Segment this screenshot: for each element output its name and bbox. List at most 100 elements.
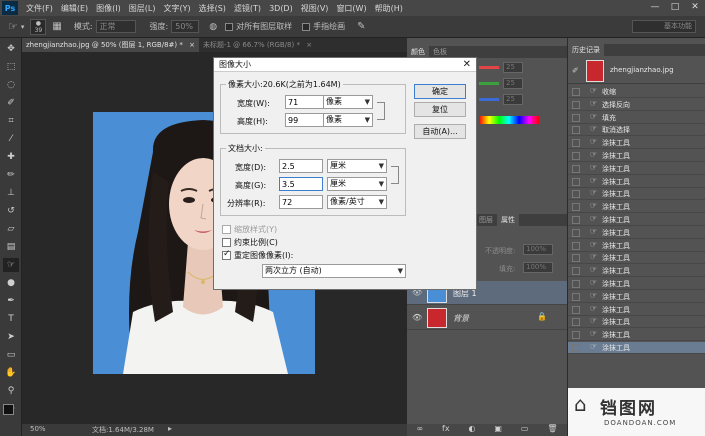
history-item[interactable]: ☞ 涂抹工具 [568,265,705,278]
history-item[interactable]: ☞ 涂抹工具 [568,316,705,329]
smudge-tool-icon[interactable]: ☞ [8,20,18,33]
hand-tool-icon[interactable]: ✋ [3,366,19,380]
layer-mask-icon[interactable]: ▣ [494,424,502,436]
history-item[interactable]: ☞ 涂抹工具 [568,163,705,175]
ok-button[interactable]: 确定 [414,84,466,99]
doc-width-input[interactable] [279,159,323,173]
fill-input[interactable]: 100% [523,262,553,273]
history-item[interactable]: ☞ 涂抹工具 [568,137,705,150]
menu-image[interactable]: 图像(I) [96,3,121,14]
document-info[interactable]: 文档:1.64M/3.28M [92,425,154,435]
close-window-button[interactable]: ✕ [688,2,702,13]
healing-tool-icon[interactable]: ✚ [3,150,19,164]
history-item[interactable]: ☞ 涂抹工具 [568,329,705,342]
visibility-eye-icon[interactable]: 👁 [412,313,422,322]
brush-tool-icon[interactable]: ✏ [3,168,19,182]
tool-preset-chevron-icon[interactable]: ▾ [21,23,25,31]
pixel-width-unit-select[interactable]: 像素 ▼ [323,95,373,109]
menu-select[interactable]: 选择(S) [199,3,226,14]
history-snapshot-checkbox[interactable] [572,254,580,263]
pen-tool-icon[interactable]: ✒ [3,294,19,308]
history-snapshot-checkbox[interactable] [572,267,580,276]
finger-painting-checkbox[interactable] [302,22,311,31]
doc-width-unit-select[interactable]: 厘米 ▼ [327,159,387,173]
history-item[interactable]: ☞ 涂抹工具 [568,214,705,226]
menu-help[interactable]: 帮助(H) [375,3,403,14]
foreground-color-swatch[interactable] [3,404,14,415]
menu-edit[interactable]: 编辑(E) [61,3,88,14]
history-item[interactable]: ☞ 涂抹工具 [568,278,705,290]
history-snapshot-checkbox[interactable] [572,164,580,173]
sample-all-layers-checkbox[interactable] [225,22,234,31]
history-snapshot-checkbox[interactable] [572,331,580,340]
history-snapshot-checkbox[interactable] [572,305,580,314]
history-item[interactable]: ☞ 填充 [568,112,705,124]
history-snapshot-checkbox[interactable] [572,88,580,96]
pixel-height-unit-select[interactable]: 像素 ▼ [323,113,373,127]
resolution-input[interactable] [279,195,323,209]
crop-tool-icon[interactable]: ⌗ [3,114,19,128]
clone-stamp-tool-icon[interactable]: ⊥ [3,186,19,200]
strength-input[interactable]: 50% [171,20,200,33]
delete-layer-icon[interactable]: 🗑 [547,424,557,436]
history-brush-tool-icon[interactable]: ↺ [3,204,19,218]
new-layer-icon[interactable]: ▭ [521,424,529,436]
reset-button[interactable]: 复位 [414,102,466,117]
color-ramp[interactable] [479,116,539,124]
history-snapshot-checkbox[interactable] [572,216,580,224]
lasso-tool-icon[interactable]: ◌ [3,78,19,92]
constrain-proportions-checkbox[interactable] [222,238,231,247]
history-item[interactable]: ☞ 涂抹工具 [568,176,705,188]
marquee-tool-icon[interactable]: ⬚ [3,60,19,74]
tab-layers[interactable]: 图层 [475,214,497,226]
restore-button[interactable]: □ [668,2,682,13]
blue-value[interactable]: 25 [503,94,523,105]
eraser-tool-icon[interactable]: ▱ [3,222,19,236]
menu-type[interactable]: 文字(Y) [163,3,190,14]
history-item[interactable]: ☞ 涂抹工具 [568,252,705,265]
layer-name[interactable]: 背景 [453,313,469,324]
brush-preset-picker[interactable]: ● 39 [30,18,47,35]
history-snapshot-checkbox[interactable] [572,126,580,135]
history-item[interactable]: ☞ 涂抹工具 [568,304,705,316]
opacity-input[interactable]: 100% [523,244,553,255]
tab-untitled-1[interactable]: 未标题-1 @ 66.7% (RGB/8) * × [199,38,316,52]
doc-height-input[interactable] [279,177,323,191]
path-select-tool-icon[interactable]: ➤ [3,330,19,344]
history-snapshot-checkbox[interactable] [572,241,580,250]
history-snapshot-checkbox[interactable] [572,113,580,122]
dialog-titlebar[interactable]: 图像大小 ✕ [214,58,476,72]
history-snapshot-checkbox[interactable] [572,344,580,352]
history-snapshot-checkbox[interactable] [572,177,580,186]
zoom-level[interactable]: 50% [30,425,46,433]
menu-window[interactable]: 窗口(W) [336,3,366,14]
pen-pressure-icon[interactable]: ✎ [357,21,365,32]
history-item[interactable]: ☞ 收缩 [568,86,705,98]
history-item[interactable]: ☞ 涂抹工具 [568,342,705,354]
red-value[interactable]: 25 [503,62,523,73]
history-snapshot[interactable]: ✐ zhengjianzhao.jpg [568,58,705,84]
layer-row[interactable]: 👁 背景 🔒 [407,306,567,330]
history-snapshot-checkbox[interactable] [572,203,580,212]
red-slider[interactable] [479,66,499,69]
history-item[interactable]: ☞ 涂抹工具 [568,240,705,252]
history-item[interactable]: ☞ 选择反向 [568,99,705,111]
history-snapshot-checkbox[interactable] [572,100,580,109]
zoom-tool-icon[interactable]: ⚲ [3,384,19,398]
quick-select-tool-icon[interactable]: ✐ [3,96,19,110]
link-layers-icon[interactable]: ∞ [416,424,423,436]
tab-close-icon[interactable]: × [189,41,195,49]
dodge-tool-icon[interactable]: ● [3,276,19,290]
gradient-tool-icon[interactable]: ▤ [3,240,19,254]
layer-style-icon[interactable]: fx [442,424,450,436]
mode-select[interactable]: 正常 [95,20,136,33]
blue-slider[interactable] [479,98,499,101]
history-snapshot-checkbox[interactable] [572,292,580,301]
tab-properties[interactable]: 属性 [497,214,519,226]
resample-method-select[interactable]: 两次立方 (自动) ▼ [262,264,406,278]
history-snapshot-checkbox[interactable] [572,318,580,327]
menu-filter[interactable]: 滤镜(T) [234,3,261,14]
dialog-close-icon[interactable]: ✕ [463,58,471,72]
resolution-unit-select[interactable]: 像素/英寸 ▼ [327,195,387,209]
history-brush-icon[interactable]: ✐ [572,66,579,75]
